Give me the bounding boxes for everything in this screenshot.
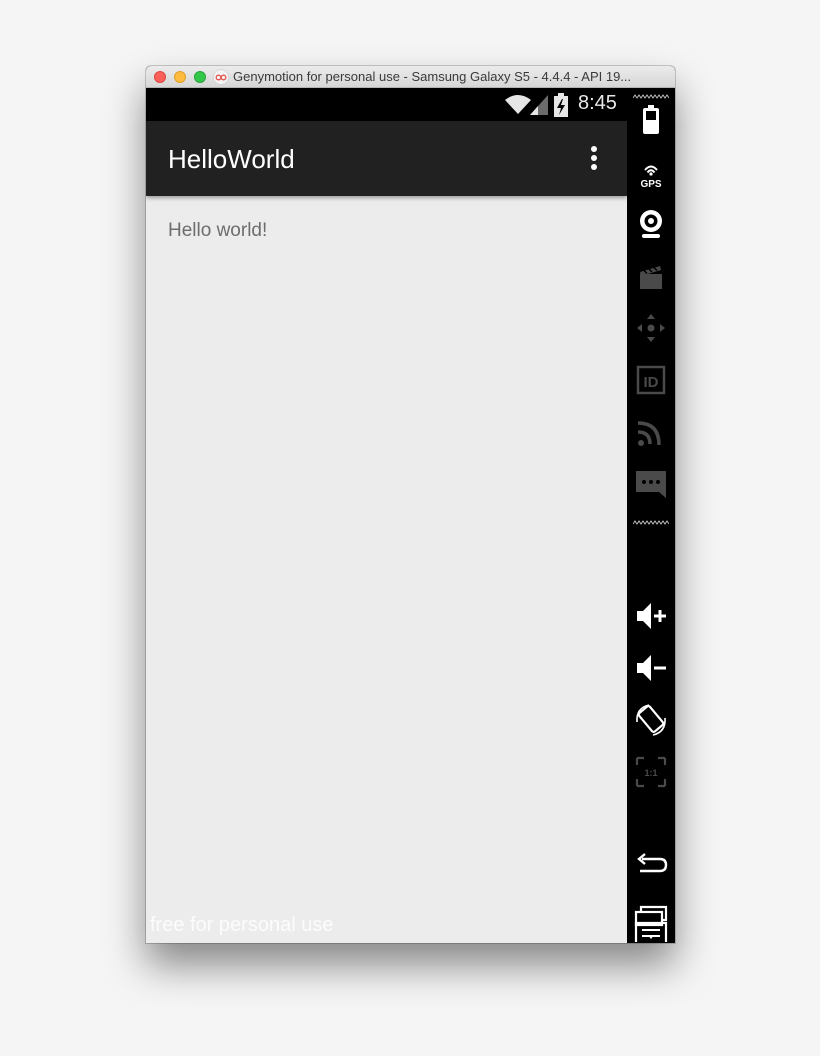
dpad-icon[interactable]: [633, 310, 669, 346]
app-title: HelloWorld: [168, 144, 295, 174]
device-id-icon[interactable]: ID: [633, 362, 669, 398]
title-bar: Genymotion for personal use - Samsung Ga…: [146, 66, 675, 88]
back-icon[interactable]: [633, 846, 669, 882]
battery-charging-icon: [554, 93, 568, 117]
signal-icon: [530, 95, 548, 115]
overflow-menu-icon[interactable]: [582, 143, 606, 173]
zoom-window-button[interactable]: [194, 71, 206, 83]
webcam-icon[interactable]: [633, 206, 669, 242]
svg-text:GPS: GPS: [640, 179, 661, 190]
genymotion-toolbar: GPS ID 1:1: [627, 88, 675, 943]
status-bar: 8:45: [146, 88, 627, 121]
rotate-icon[interactable]: [633, 702, 669, 738]
volume-up-icon[interactable]: [633, 598, 669, 634]
phone-sms-icon[interactable]: [633, 466, 669, 502]
window-title: Genymotion for personal use - Samsung Ga…: [233, 69, 632, 84]
genymotion-logo-icon: [213, 69, 229, 85]
scroll-down-icon[interactable]: [645, 935, 657, 941]
svg-text:1:1: 1:1: [644, 768, 657, 778]
watermark-text: free for personal use: [150, 914, 334, 936]
action-bar: HelloWorld: [146, 121, 627, 196]
drag-grip-icon[interactable]: [633, 520, 669, 525]
network-icon[interactable]: [633, 414, 669, 450]
drag-grip-icon[interactable]: [633, 94, 669, 99]
close-window-button[interactable]: [154, 71, 166, 83]
minimize-window-button[interactable]: [174, 71, 186, 83]
genymotion-window: Genymotion for personal use - Samsung Ga…: [146, 66, 675, 943]
svg-text:ID: ID: [644, 374, 659, 391]
volume-down-icon[interactable]: [633, 650, 669, 686]
status-clock: 8:45: [578, 92, 617, 114]
wifi-icon: [505, 95, 531, 114]
pixel-perfect-icon[interactable]: 1:1: [633, 754, 669, 790]
battery-icon[interactable]: [633, 102, 669, 138]
capture-icon[interactable]: [633, 258, 669, 294]
android-screen[interactable]: 8:45 HelloWorld Hello world! free for pe…: [146, 88, 627, 943]
hello-world-text: Hello world!: [168, 220, 268, 241]
gps-icon[interactable]: GPS: [633, 154, 669, 190]
